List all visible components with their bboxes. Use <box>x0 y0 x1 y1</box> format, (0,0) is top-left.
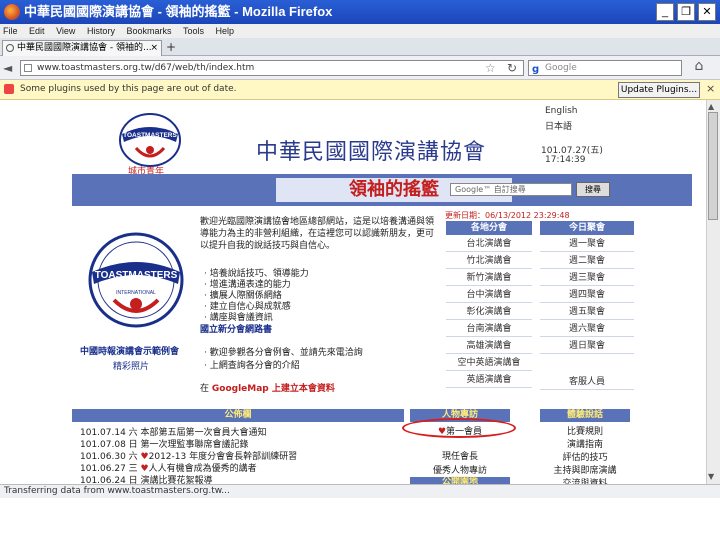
menu-bar: File Edit View History Bookmarks Tools H… <box>0 24 720 38</box>
search-placeholder: Google <box>545 63 577 73</box>
online-book-link[interactable]: 國立新分會網路書 <box>200 322 272 335</box>
meeting-link[interactable]: 週一聚會 <box>540 237 634 252</box>
branch-link[interactable]: 彰化演講會 <box>446 305 532 320</box>
branch-link[interactable]: 竹北演講會 <box>446 254 532 269</box>
loading-icon <box>6 44 14 52</box>
language-japanese-link[interactable]: 日本語 <box>545 119 572 132</box>
map-prefix: 在 <box>200 384 210 394</box>
meeting-link[interactable]: 週日聚會 <box>540 339 634 354</box>
menu-view[interactable]: View <box>56 26 75 36</box>
speaking-header: 體驗說話 <box>540 409 630 422</box>
googlemap-link[interactable]: GoogleMap 上建立本會資料 <box>212 384 335 394</box>
scroll-down-icon[interactable]: ▼ <box>708 472 714 481</box>
googlemap-line: 在 GoogleMap 上建立本會資料 <box>200 381 335 394</box>
branch-link[interactable]: 台中演講會 <box>446 288 532 303</box>
menu-tools[interactable]: Tools <box>183 26 204 36</box>
reload-icon[interactable]: ↻ <box>507 61 517 75</box>
svg-text:TOASTMASTERS: TOASTMASTERS <box>95 270 178 281</box>
visit-info: ‧ 歡迎參觀各分會例會、並請先來電洽詢 <box>204 348 363 358</box>
browser-tab[interactable]: 中華民國國際演講協會 - 領袖的... × <box>2 40 162 56</box>
menu-history[interactable]: History <box>87 26 115 36</box>
meeting-link[interactable]: 週五聚會 <box>540 305 634 320</box>
minimize-button[interactable]: _ <box>656 3 674 21</box>
notification-close-icon[interactable]: × <box>706 82 715 95</box>
restore-button[interactable]: ❐ <box>677 3 695 21</box>
meeting-link[interactable]: 週四聚會 <box>540 288 634 303</box>
branch-link[interactable]: 新竹演講會 <box>446 271 532 286</box>
menu-file[interactable]: File <box>3 26 18 36</box>
warning-icon <box>4 84 14 94</box>
back-icon[interactable]: ◄ <box>3 61 12 75</box>
announcement-header: 公佈欄 <box>72 409 404 422</box>
url-bar[interactable]: www.toastmasters.org.tw/d67/web/th/index… <box>20 60 524 76</box>
site-search-input[interactable]: Google™ 自訂搜尋 <box>450 183 572 196</box>
status-bar: Transferring data from www.toastmasters.… <box>0 484 720 498</box>
toastmasters-logo[interactable]: TOASTMASTERS <box>118 112 182 172</box>
branch-link[interactable]: 英語演講會 <box>446 373 532 388</box>
branch-link[interactable]: 台南演講會 <box>446 322 532 337</box>
branch-link[interactable]: 空中英語演講會 <box>446 356 532 371</box>
site-title: 中華民國國際演講協會 <box>256 140 487 165</box>
meeting-link[interactable]: 週六聚會 <box>540 322 634 337</box>
notification-text: Some plugins used by this page are out o… <box>20 84 237 94</box>
current-time: 17:14:39 <box>545 155 586 165</box>
home-icon[interactable]: ⌂ <box>688 58 710 78</box>
speaking-link[interactable]: 評估的技巧 <box>540 450 630 463</box>
site-search-button[interactable]: 搜尋 <box>576 182 610 197</box>
visit-info: ‧ 上網查詢各分會的介紹 <box>204 361 300 371</box>
meeting-link[interactable]: 週二聚會 <box>540 254 634 269</box>
interview-link[interactable]: 優秀人物專訪 <box>412 463 508 476</box>
title-bar: 中華民國國際演講協會 - 領袖的搖籃 - Mozilla Firefox _ ❐… <box>0 0 720 24</box>
bookmark-star-icon[interactable]: ☆ <box>485 61 496 75</box>
speaking-link[interactable]: 比賽規則 <box>540 424 630 437</box>
photo-link[interactable]: 精彩照片 <box>113 359 149 372</box>
tab-close-icon[interactable]: × <box>150 41 158 56</box>
google-icon: g <box>532 64 540 75</box>
close-button[interactable]: ✕ <box>698 3 716 21</box>
menu-bookmarks[interactable]: Bookmarks <box>126 26 171 36</box>
speaking-link[interactable]: 演講指南 <box>540 437 630 450</box>
branch-link[interactable]: 台北演講會 <box>446 237 532 252</box>
page-icon <box>24 64 32 72</box>
search-input[interactable]: g Google <box>528 60 682 76</box>
update-date: 更新日期：06/13/2012 23:29:48 <box>445 211 570 220</box>
tab-label: 中華民國國際演講協會 - 領袖的... <box>17 43 152 53</box>
update-plugins-button[interactable]: Update Plugins... <box>618 82 700 98</box>
meeting-link[interactable]: 週三聚會 <box>540 271 634 286</box>
menu-edit[interactable]: Edit <box>29 26 45 36</box>
window-title: 中華民國國際演講協會 - 領袖的搖籃 - Mozilla Firefox <box>24 4 333 19</box>
url-text: www.toastmasters.org.tw/d67/web/th/index… <box>37 63 255 73</box>
speaking-link[interactable]: 主持與即席演講 <box>540 463 630 476</box>
svg-text:TOASTMASTERS: TOASTMASTERS <box>123 132 177 139</box>
branches-header: 各地分會 <box>446 221 532 235</box>
scrollbar-thumb[interactable] <box>708 112 718 220</box>
new-tab-button[interactable]: + <box>166 41 176 53</box>
customer-service-link[interactable]: 客服人員 <box>540 375 634 390</box>
photo-caption-link[interactable]: 中國時報演講會示範例會 <box>80 344 179 357</box>
branch-link[interactable]: 高雄演講會 <box>446 339 532 354</box>
notification-bar: Some plugins used by this page are out o… <box>0 80 720 100</box>
menu-help[interactable]: Help <box>216 26 235 36</box>
scroll-up-icon[interactable]: ▲ <box>708 102 714 111</box>
president-link[interactable]: 現任會長 <box>412 449 508 462</box>
today-meetings-header: 今日聚會 <box>540 221 634 235</box>
highlight-ellipse <box>402 418 516 438</box>
toastmasters-large-logo: TOASTMASTERS INTERNATIONAL <box>86 230 186 330</box>
svg-text:INTERNATIONAL: INTERNATIONAL <box>116 290 156 296</box>
language-english-link[interactable]: English <box>545 106 578 116</box>
firefox-icon <box>4 4 20 20</box>
intro-text: 歡迎光臨國際演講協會地區總部網站，這是以培養溝通與領導能力為主的非營利組織，在這… <box>200 217 435 251</box>
